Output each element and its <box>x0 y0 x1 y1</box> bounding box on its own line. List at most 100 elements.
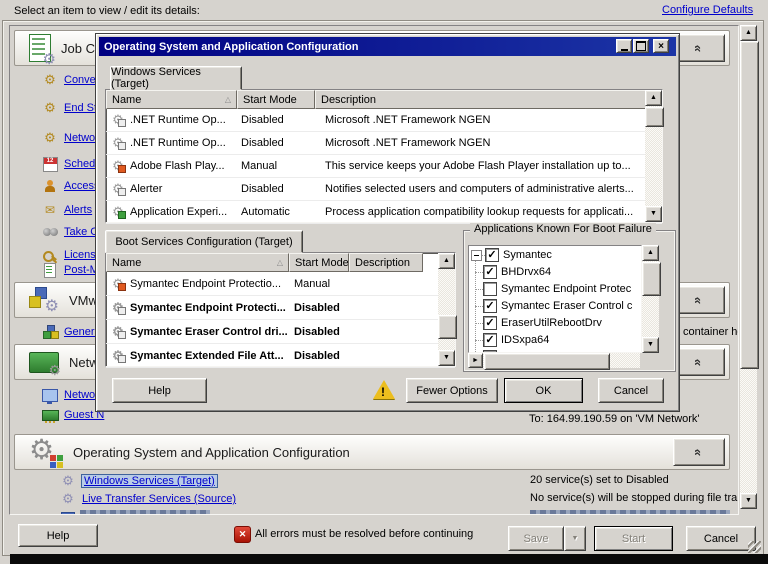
column-header-start-mode[interactable]: Start Mode <box>289 253 349 272</box>
maximize-button[interactable] <box>633 39 649 53</box>
save-dropdown-button[interactable]: ▼ <box>564 526 586 551</box>
main-scrollbar-thumb[interactable] <box>740 41 759 369</box>
collapse-os-section-button[interactable]: « <box>673 438 725 466</box>
error-icon: ✕ <box>234 526 251 543</box>
chevron-up-icon: « <box>691 296 706 303</box>
scroll-up-icon[interactable]: ▲ <box>438 253 455 269</box>
sidebar-item-access[interactable]: Access <box>40 178 99 194</box>
sidebar-item-label[interactable]: Alerts <box>64 204 92 216</box>
tree-item-eraser-control[interactable]: ✓ Symantec Eraser Control c <box>475 298 632 314</box>
column-header-description[interactable]: Description <box>349 253 423 272</box>
service-row[interactable]: ⚙ .NET Runtime Op... Disabled Microsoft … <box>106 132 662 155</box>
checkbox-checked[interactable]: ✓ <box>483 316 497 330</box>
dialog-help-button[interactable]: Help <box>112 378 207 403</box>
scroll-down-icon[interactable]: ▼ <box>642 337 659 353</box>
service-gear-icon: ⚙ <box>106 326 130 338</box>
tab-boot-services-label: Boot Services Configuration (Target) <box>115 236 292 248</box>
scroll-up-icon[interactable]: ▲ <box>645 90 662 106</box>
service-row[interactable]: ⚙ Adobe Flash Play... Manual This servic… <box>106 155 662 178</box>
tree-item-idsxpa64[interactable]: ✓ IDSxpa64 <box>475 332 549 348</box>
keys-icon <box>40 249 60 262</box>
sidebar-item-end-state[interactable]: ⚙ End Sta <box>40 100 103 116</box>
screen: Select an item to view / edit its detail… <box>0 0 768 564</box>
tree-hscrollbar-thumb[interactable] <box>484 353 610 370</box>
checkbox-checked[interactable]: ✓ <box>483 333 497 347</box>
tree-item-symantec[interactable]: ✓ Symantec <box>471 247 552 263</box>
start-button[interactable]: Start <box>594 526 673 551</box>
tab-boot-services[interactable]: Boot Services Configuration (Target) <box>105 230 303 253</box>
os-item-live-transfer[interactable]: ⚙ Live Transfer Services (Source) <box>58 491 236 507</box>
os-item-windows-services[interactable]: ⚙ Windows Services (Target) <box>58 473 217 489</box>
tree-vertical-scrollbar[interactable]: ▲ ▼ <box>642 245 659 353</box>
service-description: Microsoft .NET Framework NGEN <box>315 137 635 149</box>
checkbox-checked[interactable]: ✓ <box>483 299 497 313</box>
cancel-button[interactable]: Cancel <box>686 526 756 551</box>
tree-collapse-icon[interactable] <box>471 250 482 261</box>
dialog-titlebar[interactable]: Operating System and Application Configu… <box>99 37 676 56</box>
scroll-right-icon[interactable]: ► <box>468 353 483 368</box>
boot-service-row[interactable]: ⚙ Symantec Endpoint Protectio... Manual <box>106 272 455 296</box>
scroll-up-icon[interactable]: ▲ <box>740 25 757 41</box>
sort-ascending-icon: △ <box>225 95 231 104</box>
sidebar-item-license[interactable]: License <box>40 247 102 263</box>
close-button[interactable]: × <box>653 39 669 53</box>
scroll-down-icon[interactable]: ▼ <box>740 493 757 509</box>
service-row[interactable]: ⚙ Alerter Disabled Notifies selected use… <box>106 178 662 201</box>
tab-windows-services[interactable]: Windows Services (Target) <box>110 66 242 90</box>
scroll-up-icon[interactable]: ▲ <box>642 245 659 261</box>
boot-service-row[interactable]: ⚙ Symantec Endpoint Protecti... Disabled <box>106 296 455 320</box>
service-row[interactable]: ⚙ Application Experi... Automatic Proces… <box>106 201 662 224</box>
services-scrollbar-thumb[interactable] <box>645 107 664 127</box>
tree-item-eraserutil[interactable]: ✓ EraserUtilRebootDrv <box>475 315 602 331</box>
dialog-ok-button[interactable]: OK <box>504 378 583 403</box>
section-header-os-config[interactable]: ⚙ Operating System and Application Confi… <box>14 434 730 470</box>
sidebar-item-take-control[interactable]: Take C <box>40 224 98 240</box>
checkbox-unchecked[interactable] <box>483 282 497 296</box>
tree-item-label: Symantec Endpoint Protec <box>501 283 631 295</box>
services-table-scrollbar[interactable]: ▲ ▼ <box>645 90 662 222</box>
save-button[interactable]: Save <box>508 526 564 551</box>
tree-horizontal-scrollbar[interactable]: ◄ ► <box>468 353 640 368</box>
dialog-ok-label: OK <box>536 385 552 397</box>
monitor-icon <box>40 389 60 402</box>
fewer-options-button[interactable]: Fewer Options <box>406 378 498 403</box>
sidebar-item-alerts[interactable]: ✉ Alerts <box>40 202 92 218</box>
collapse-job-section-button[interactable]: « <box>673 34 725 62</box>
windows-services-link[interactable]: Windows Services (Target) <box>82 475 217 487</box>
main-scrollbar[interactable]: ▲ ▼ <box>740 25 757 509</box>
os-gear-windows-icon: ⚙ <box>29 436 63 468</box>
resize-grip[interactable] <box>748 541 761 553</box>
sidebar-item-schedule[interactable]: 12 Schedu <box>40 156 101 172</box>
boot-failure-tree: ✓ Symantec ✓ BHDrvx64 Symantec Endpoint … <box>468 245 642 353</box>
boot-scrollbar-thumb[interactable] <box>438 315 457 339</box>
scroll-down-icon[interactable]: ▼ <box>645 206 662 222</box>
column-header-description[interactable]: Description <box>315 90 647 109</box>
os-item-clipped[interactable] <box>58 509 82 515</box>
tree-item-bhdrvx64[interactable]: ✓ BHDrvx64 <box>475 264 551 280</box>
configure-defaults-link[interactable]: Configure Defaults <box>662 4 753 16</box>
service-row[interactable]: ⚙ .NET Runtime Op... Disabled Microsoft … <box>106 109 662 132</box>
help-button[interactable]: Help <box>18 524 98 547</box>
live-transfer-link[interactable]: Live Transfer Services (Source) <box>82 493 236 505</box>
minimize-button[interactable] <box>616 39 632 53</box>
gear-gold-icon: ⚙ <box>40 102 60 114</box>
tree-item-sep[interactable]: Symantec Endpoint Protec <box>475 281 631 297</box>
sidebar-item-label[interactable]: Take C <box>64 226 98 238</box>
checkbox-checked[interactable]: ✓ <box>483 265 497 279</box>
collapse-network-section-button[interactable]: « <box>673 348 725 376</box>
checkbox-checked[interactable]: ✓ <box>485 248 499 262</box>
boot-failure-groupbox: Applications Known For Boot Failure ✓ Sy… <box>463 230 676 372</box>
tree-scrollbar-thumb[interactable] <box>642 262 661 296</box>
column-header-name[interactable]: Name △ <box>106 253 289 272</box>
collapse-vmware-section-button[interactable]: « <box>673 286 725 314</box>
column-name-label: Name <box>112 94 141 106</box>
dialog-cancel-button[interactable]: Cancel <box>598 378 664 403</box>
boot-service-row[interactable]: ⚙ Symantec Eraser Control dri... Disable… <box>106 320 455 344</box>
boot-service-row[interactable]: ⚙ Symantec Extended File Att... Disabled <box>106 344 455 368</box>
scroll-down-icon[interactable]: ▼ <box>438 350 455 366</box>
column-header-name[interactable]: Name △ <box>106 90 237 109</box>
vmware-general-item[interactable]: General <box>40 324 103 340</box>
column-header-start-mode[interactable]: Start Mode <box>237 90 315 109</box>
sidebar-item-post-migration[interactable]: Post-Mi <box>40 262 101 278</box>
boot-table-scrollbar[interactable]: ▲ ▼ <box>438 253 455 366</box>
